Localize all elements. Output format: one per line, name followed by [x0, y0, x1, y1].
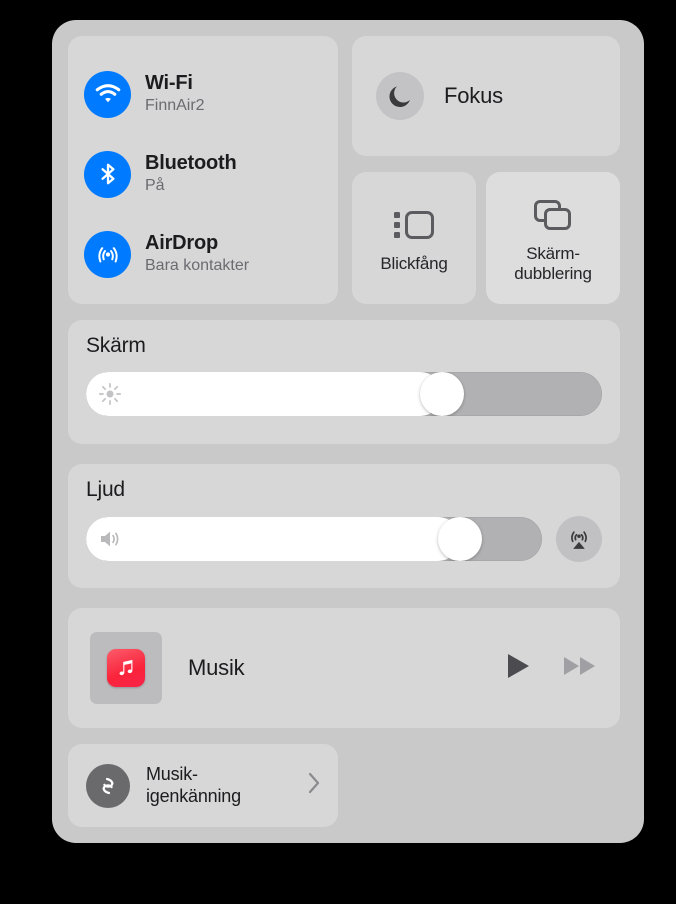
focus-label: Fokus [444, 83, 503, 108]
brightness-icon [98, 382, 122, 406]
music-recognition-label: Musik- igenkänning [146, 764, 290, 807]
volume-slider-thumb[interactable] [437, 517, 482, 561]
bluetooth-title: Bluetooth [145, 152, 237, 175]
speaker-icon [98, 527, 124, 551]
shazam-icon[interactable] [86, 763, 130, 808]
volume-slider-fill [86, 517, 460, 561]
brightness-slider-fill [86, 372, 443, 416]
wifi-title: Wi-Fi [145, 72, 193, 95]
screen-mirroring-label: Skärm-dubblering [514, 243, 592, 283]
sound-slider-row [86, 516, 602, 562]
stage-manager-label: Blickfång [380, 253, 448, 273]
wifi-subtitle: FinnAir2 [145, 97, 205, 115]
brightness-slider-thumb[interactable] [420, 372, 465, 416]
connectivity-item-bluetooth[interactable]: Bluetooth På [84, 134, 322, 214]
music-controls [504, 651, 598, 686]
screen-mirroring-icon [531, 192, 575, 238]
chevron-right-icon[interactable] [306, 770, 322, 801]
connectivity-item-text: Bluetooth På [145, 152, 237, 195]
screen-mirroring-tile[interactable]: Skärm-dubblering [486, 172, 620, 304]
music-title: Musik [188, 655, 245, 680]
connectivity-item-text: AirDrop Bara kontakter [145, 232, 249, 275]
album-artwork [90, 632, 162, 704]
airdrop-title: AirDrop [145, 232, 219, 255]
control-center-panel: Wi-Fi FinnAir2 Bluetooth På AirDrop Bara… [52, 20, 644, 843]
wifi-icon[interactable] [84, 70, 131, 118]
music-recognition-label-line2: igenkänning [146, 785, 241, 806]
display-slider-row [86, 372, 602, 416]
play-icon[interactable] [504, 651, 532, 686]
music-recognition-label-line1: Musik- [146, 763, 198, 784]
connectivity-item-text: Wi-Fi FinnAir2 [145, 72, 205, 115]
connectivity-item-airdrop[interactable]: AirDrop Bara kontakter [84, 214, 322, 294]
connectivity-item-wifi[interactable]: Wi-Fi FinnAir2 [84, 54, 322, 134]
airplay-audio-button[interactable] [556, 516, 602, 562]
sound-heading: Ljud [86, 478, 125, 501]
moon-icon[interactable] [376, 72, 424, 120]
bluetooth-icon[interactable] [84, 150, 131, 198]
brightness-slider[interactable] [86, 372, 602, 416]
airdrop-subtitle: Bara kontakter [145, 257, 250, 275]
sound-card: Ljud [68, 464, 620, 588]
bluetooth-subtitle: På [145, 177, 165, 195]
focus-card[interactable]: Fokus [352, 36, 620, 156]
stage-manager-tile[interactable]: Blickfång [352, 172, 476, 304]
display-heading: Skärm [86, 334, 146, 357]
airdrop-icon[interactable] [84, 230, 131, 278]
music-recognition-card[interactable]: Musik- igenkänning [68, 744, 338, 827]
fast-forward-icon[interactable] [562, 653, 598, 684]
connectivity-card: Wi-Fi FinnAir2 Bluetooth På AirDrop Bara… [68, 36, 338, 304]
stage-manager-icon [390, 202, 438, 248]
music-app-icon [107, 649, 145, 687]
display-card: Skärm [68, 320, 620, 444]
music-card: Musik [68, 608, 620, 728]
volume-slider[interactable] [86, 517, 542, 561]
